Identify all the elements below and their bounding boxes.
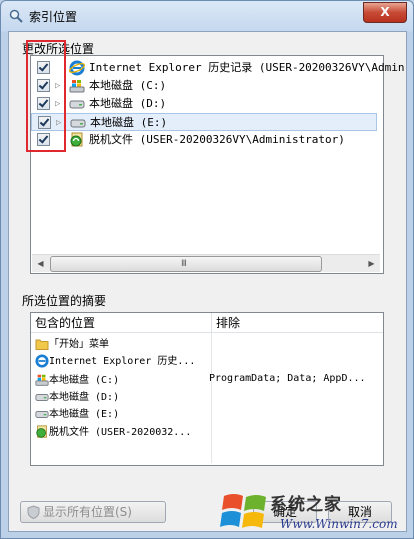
drive-icon: [35, 410, 49, 418]
tree-row-ie-history[interactable]: Internet Explorer 历史记录 (USER-20200326VY\…: [31, 59, 405, 77]
summary-included: 本地磁盘 (C:): [49, 375, 120, 386]
windows-logo-icon: [220, 494, 266, 528]
offline-files-icon: [70, 132, 83, 147]
tree-row-label: Internet Explorer 历史记录 (USER-20200326VY\…: [89, 61, 405, 74]
internet-explorer-icon: [69, 60, 85, 76]
summary-excluded: ProgramData; Data; AppD...: [209, 373, 366, 384]
windows-drive-icon: [35, 374, 49, 386]
offline-files-icon: [36, 425, 47, 438]
scroll-right-icon[interactable]: ▶: [363, 255, 380, 272]
tree-row-offline-files[interactable]: 脱机文件 (USER-20200326VY\Administrator): [31, 131, 377, 149]
search-index-icon: [9, 9, 23, 23]
summary-included: Internet Explorer 历史...: [49, 356, 196, 367]
drive-icon: [35, 393, 49, 401]
highlight-annotation-box: [26, 40, 66, 152]
tree-row-drive-d[interactable]: ▷ 本地磁盘 (D:): [31, 95, 377, 113]
summary-list[interactable]: 包含的位置 排除 「开始」菜单 Internet Explorer 历史... …: [30, 312, 384, 466]
show-all-label: 显示所有位置(S): [43, 505, 132, 519]
scrollbar-thumb[interactable]: III: [50, 256, 322, 272]
internet-explorer-icon: [35, 354, 49, 368]
column-header-included[interactable]: 包含的位置: [31, 313, 211, 333]
scrollbar-grip: III: [181, 259, 187, 269]
site-watermark: 系统之家 Www.Winwin7.com: [220, 486, 414, 539]
folder-icon: [35, 339, 49, 350]
locations-tree[interactable]: Internet Explorer 历史记录 (USER-20200326VY\…: [30, 55, 405, 274]
close-button[interactable]: X: [363, 2, 407, 23]
summary-included: 脱机文件 (USER-2020032...: [49, 427, 192, 438]
uac-shield-icon: [27, 505, 40, 519]
tree-row-drive-e[interactable]: ▷ 本地磁盘 (E:): [31, 113, 377, 131]
scroll-left-icon[interactable]: ◀: [32, 255, 49, 272]
show-all-locations-button[interactable]: 显示所有位置(S): [20, 501, 166, 523]
tree-row-label: 脱机文件 (USER-20200326VY\Administrator): [89, 133, 345, 146]
summary-label: 所选位置的摘要: [22, 294, 107, 308]
tree-row-drive-c[interactable]: ▷ 本地磁盘 (C:): [31, 77, 377, 95]
summary-included: 「开始」菜单: [49, 339, 109, 350]
windows-drive-icon: [69, 80, 85, 93]
column-header-excluded[interactable]: 排除: [211, 313, 383, 333]
title-bar[interactable]: 索引位置 X: [1, 1, 413, 31]
drive-icon: [69, 100, 85, 109]
tree-row-label: 本地磁盘 (E:): [90, 116, 168, 129]
summary-included: 本地磁盘 (E:): [49, 409, 120, 420]
window-title: 索引位置: [29, 10, 78, 24]
tree-row-label: 本地磁盘 (D:): [89, 97, 167, 110]
horizontal-scrollbar[interactable]: ◀ III ▶: [32, 254, 380, 272]
watermark-title: 系统之家: [270, 495, 342, 515]
drive-icon: [70, 119, 86, 128]
tree-row-label: 本地磁盘 (C:): [89, 79, 167, 92]
column-divider: [211, 333, 212, 463]
summary-included: 本地磁盘 (D:): [49, 392, 120, 403]
watermark-url: Www.Winwin7.com: [280, 517, 398, 531]
